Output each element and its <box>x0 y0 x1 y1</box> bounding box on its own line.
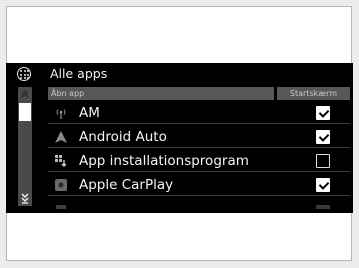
scroll-thumb[interactable] <box>19 103 31 121</box>
apps-grid-icon[interactable] <box>17 67 31 81</box>
list-item[interactable]: App installationsprogram <box>48 150 350 172</box>
page-title: Alle apps <box>50 66 108 81</box>
start-screen-checkbox[interactable] <box>316 178 330 192</box>
app-label: AM <box>79 105 100 121</box>
app-label: Android Auto <box>79 129 167 145</box>
android-auto-icon <box>54 130 68 144</box>
apple-carplay-icon <box>54 178 68 192</box>
scroll-down-icon[interactable] <box>18 189 32 206</box>
column-header-start-screen: Startskærm <box>277 87 350 100</box>
scrollbar[interactable] <box>18 87 32 206</box>
screen-header: Alle apps <box>6 63 353 85</box>
infotainment-screen: Alle apps Åbn app Startskærm AM Android … <box>6 63 353 213</box>
list-item-partial <box>48 203 350 213</box>
partial-row-icon <box>56 205 66 209</box>
start-screen-checkbox[interactable] <box>316 130 330 144</box>
column-header-open-app: Åbn app <box>48 87 274 100</box>
start-screen-checkbox[interactable] <box>316 106 330 120</box>
scroll-up-icon[interactable] <box>18 87 32 101</box>
list-item[interactable]: Apple CarPlay <box>48 174 350 196</box>
app-label: App installationsprogram <box>79 153 249 169</box>
radio-antenna-icon <box>54 106 68 120</box>
app-installer-icon <box>54 154 68 168</box>
list-item[interactable]: Android Auto <box>48 126 350 148</box>
list-item[interactable]: AM <box>48 102 350 124</box>
partial-row-checkbox <box>316 205 330 209</box>
app-label: Apple CarPlay <box>79 177 174 193</box>
start-screen-checkbox[interactable] <box>316 154 330 168</box>
